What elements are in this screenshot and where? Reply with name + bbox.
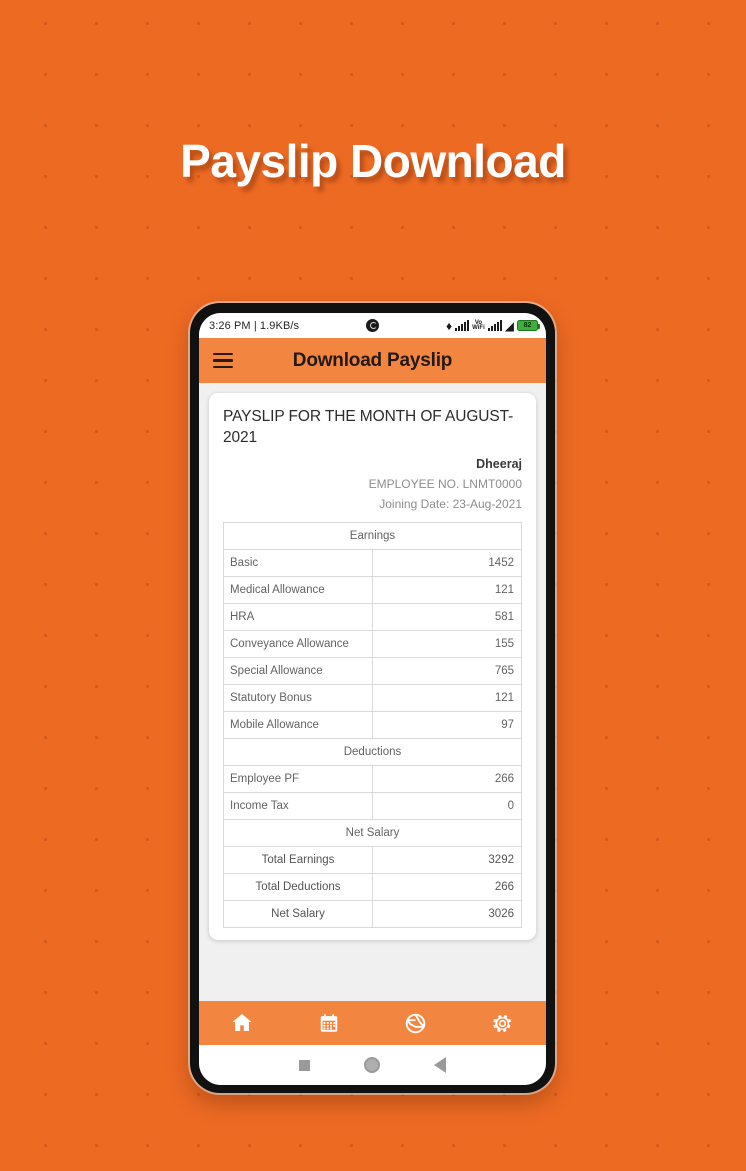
phone-frame: 3:26 PM | 1.9KB/s ♦ Vo WiFi ◢ 82 Downloa… [190, 303, 555, 1093]
joining-date: Joining Date: 23-Aug-2021 [379, 497, 522, 512]
nav-item-calendar[interactable] [291, 1012, 367, 1034]
gear-icon [491, 1012, 514, 1035]
bluetooth-icon: ♦ [446, 318, 453, 333]
page-title: Payslip Download [180, 135, 566, 187]
table-row: Basic 1452 [223, 549, 522, 578]
net-salary-header-row: Net Salary [223, 819, 522, 848]
earning-label: Basic [223, 549, 373, 578]
app-bar: Download Payslip [199, 338, 546, 383]
earning-label: Statutory Bonus [223, 684, 373, 713]
circle-home-icon[interactable] [364, 1057, 380, 1073]
status-icons-group: ♦ Vo WiFi ◢ 82 [446, 318, 540, 333]
deduction-label: Employee PF [223, 765, 373, 794]
calendar-icon [318, 1012, 340, 1034]
battery-icon: 82 [517, 320, 540, 331]
table-row: Special Allowance 765 [223, 657, 522, 686]
payslip-heading: PAYSLIP FOR THE MONTH OF AUGUST-2021 [223, 408, 514, 446]
vowifi-icon: Vo WiFi [472, 320, 485, 331]
payslip-table: Earnings Basic 1452 Medical Allowance 12… [223, 522, 522, 929]
net-salary-header: Net Salary [223, 819, 522, 848]
app-content-area: PAYSLIP FOR THE MONTH OF AUGUST-2021 Dhe… [199, 383, 546, 1001]
table-row: Statutory Bonus 121 [223, 684, 522, 713]
earning-value: 1452 [372, 549, 522, 578]
bottom-navigation-bar [199, 1001, 546, 1045]
total-label: Total Deductions [223, 873, 373, 902]
earning-value: 581 [372, 603, 522, 632]
table-row: Conveyance Allowance 155 [223, 630, 522, 659]
earning-label: HRA [223, 603, 373, 632]
android-system-navigation [199, 1045, 546, 1085]
earnings-header: Earnings [223, 522, 522, 551]
signal-bars-icon [455, 320, 470, 331]
employee-info-block: Dheeraj EMPLOYEE NO. LNMT0000 Joining Da… [223, 457, 522, 511]
recording-dot-icon [366, 319, 380, 332]
table-row: Net Salary 3026 [223, 900, 522, 929]
earning-label: Mobile Allowance [223, 711, 373, 740]
earning-label: Conveyance Allowance [223, 630, 373, 659]
deduction-value: 0 [372, 792, 522, 821]
employee-number: EMPLOYEE NO. LNMT0000 [368, 477, 522, 492]
earnings-header-row: Earnings [223, 522, 522, 551]
deduction-label: Income Tax [223, 792, 373, 821]
table-row: Employee PF 266 [223, 765, 522, 794]
status-center-group [299, 319, 446, 332]
wifi-icon: ◢ [504, 318, 514, 333]
earning-value: 155 [372, 630, 522, 659]
status-bar: 3:26 PM | 1.9KB/s ♦ Vo WiFi ◢ 82 [199, 313, 546, 338]
earning-value: 97 [372, 711, 522, 740]
app-bar-title: Download Payslip [292, 349, 453, 371]
hamburger-menu-icon[interactable] [213, 352, 233, 369]
earning-label: Special Allowance [223, 657, 373, 686]
phone-screen: 3:26 PM | 1.9KB/s ♦ Vo WiFi ◢ 82 Downloa… [199, 313, 546, 1085]
earning-value: 121 [372, 576, 522, 605]
vowifi-line2: WiFi [472, 324, 485, 331]
nav-item-home[interactable] [204, 1011, 280, 1035]
battery-level: 82 [523, 322, 532, 329]
deductions-header: Deductions [223, 738, 522, 767]
total-value: 266 [372, 873, 522, 902]
total-value: 3292 [372, 846, 522, 875]
square-recents-icon[interactable] [299, 1059, 310, 1071]
employee-name: Dheeraj [476, 457, 522, 472]
total-label: Total Earnings [223, 846, 373, 875]
table-row: Total Earnings 3292 [223, 846, 522, 875]
table-row: Income Tax 0 [223, 792, 522, 821]
total-value: 3026 [372, 900, 522, 929]
earning-label: Medical Allowance [223, 576, 373, 605]
nav-item-aperture[interactable] [378, 1012, 454, 1035]
deductions-header-row: Deductions [223, 738, 522, 767]
signal-bars-icon-2 [487, 320, 502, 331]
table-row: Mobile Allowance 97 [223, 711, 522, 740]
table-row: Medical Allowance 121 [223, 576, 522, 605]
aperture-icon [404, 1012, 427, 1035]
triangle-back-icon[interactable] [434, 1057, 446, 1073]
total-label: Net Salary [223, 900, 373, 929]
home-icon [230, 1011, 254, 1035]
earning-value: 765 [372, 657, 522, 686]
status-time-and-speed: 3:26 PM | 1.9KB/s [209, 319, 300, 332]
table-row: HRA 581 [223, 603, 522, 632]
deduction-value: 266 [372, 765, 522, 794]
payslip-card: PAYSLIP FOR THE MONTH OF AUGUST-2021 Dhe… [209, 393, 536, 941]
table-row: Total Deductions 266 [223, 873, 522, 902]
nav-item-settings[interactable] [464, 1012, 540, 1035]
earning-value: 121 [372, 684, 522, 713]
